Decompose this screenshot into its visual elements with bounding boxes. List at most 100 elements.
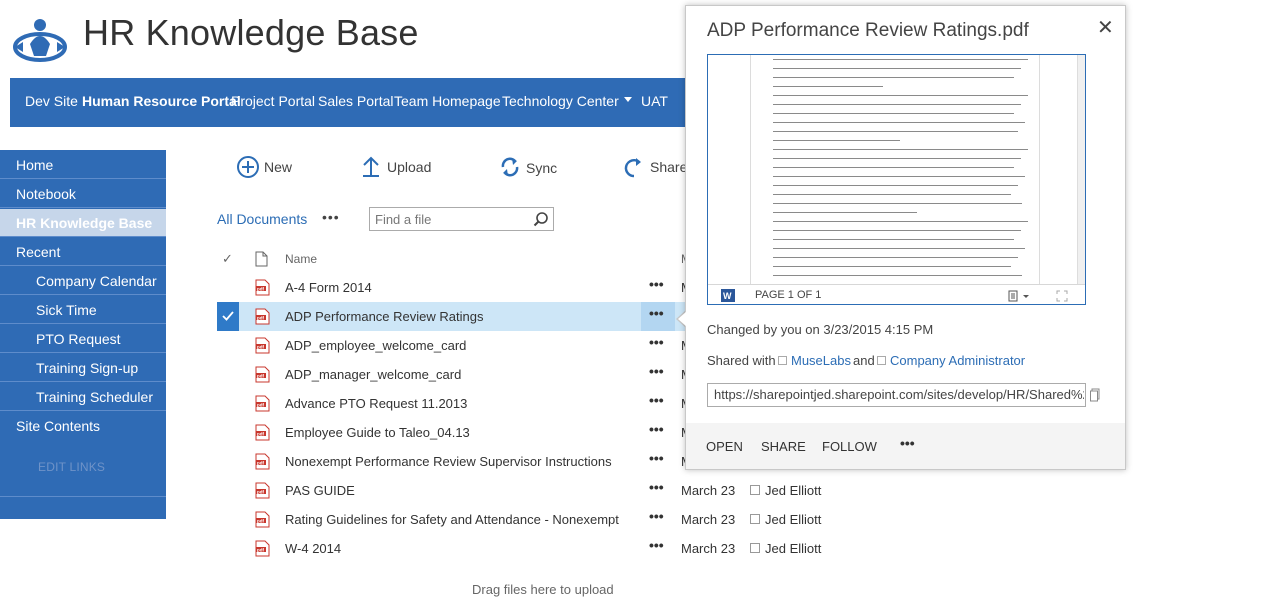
- document-name-link[interactable]: ADP Performance Review Ratings: [285, 309, 483, 324]
- leftnav-item-hr-knowledge-base[interactable]: HR Knowledge Base: [0, 209, 166, 237]
- document-name-link[interactable]: Advance PTO Request 11.2013: [285, 396, 467, 411]
- preview-text-line: [773, 239, 1014, 240]
- word-icon[interactable]: W: [721, 289, 735, 302]
- topnav-item-uat[interactable]: UAT: [641, 93, 668, 109]
- new-button[interactable]: New: [264, 159, 292, 183]
- document-name-link[interactable]: Nonexempt Performance Review Supervisor …: [285, 454, 612, 469]
- preview-text-line: [773, 140, 900, 141]
- modified-by-link[interactable]: Jed Elliott: [765, 483, 821, 498]
- search-icon[interactable]: [533, 211, 549, 227]
- fullscreen-icon[interactable]: [1056, 289, 1068, 302]
- sync-button[interactable]: Sync: [526, 160, 557, 184]
- table-row[interactable]: pdf ADP_employee_welcome_card ••• M: [217, 331, 692, 360]
- preview-text-line: [773, 257, 1018, 258]
- select-all-checkbox[interactable]: ✓: [222, 251, 233, 267]
- pdf-icon: pdf: [255, 453, 270, 470]
- preview-text-line: [773, 104, 1021, 105]
- document-name-link[interactable]: A-4 Form 2014: [285, 280, 372, 295]
- shared-and-text: and: [853, 353, 875, 368]
- search-input[interactable]: [375, 210, 525, 228]
- leftnav-item-company-calendar[interactable]: Company Calendar: [0, 267, 166, 295]
- table-row[interactable]: pdf Employee Guide to Taleo_04.13 ••• M: [217, 418, 692, 447]
- view-all-documents[interactable]: All Documents: [217, 211, 307, 227]
- leftnav-item-notebook[interactable]: Notebook: [0, 180, 166, 208]
- table-row[interactable]: pdf ADP Performance Review Ratings •••: [217, 302, 685, 331]
- leftnav-item-training-scheduler[interactable]: Training Scheduler: [0, 383, 166, 411]
- chevron-down-icon[interactable]: [624, 97, 632, 102]
- topnav-item-sales-portal[interactable]: Sales Portal: [318, 93, 393, 109]
- table-row[interactable]: pdf ADP_manager_welcome_card ••• M: [217, 360, 692, 389]
- share-action-button[interactable]: SHARE: [761, 439, 806, 454]
- view-menu-icon[interactable]: [1008, 289, 1032, 302]
- row-more-button[interactable]: •••: [649, 334, 664, 350]
- document-name-link[interactable]: W-4 2014: [285, 541, 341, 556]
- view-options-button[interactable]: •••: [322, 209, 340, 225]
- document-preview[interactable]: W PAGE 1 OF 1: [707, 54, 1086, 305]
- leftnav-item-training-sign-up[interactable]: Training Sign-up: [0, 354, 166, 382]
- open-button[interactable]: OPEN: [706, 439, 743, 454]
- svg-text:W: W: [723, 291, 732, 301]
- svg-text:pdf: pdf: [257, 518, 264, 523]
- table-row[interactable]: pdf Advance PTO Request 11.2013 ••• M: [217, 389, 692, 418]
- shared-with-link[interactable]: MuseLabs: [791, 353, 851, 368]
- leftnav-item-home[interactable]: Home: [0, 151, 166, 179]
- leftnav-item-pto-request[interactable]: PTO Request: [0, 325, 166, 353]
- table-row[interactable]: pdf Nonexempt Performance Review Supervi…: [217, 447, 692, 476]
- row-checkbox-checked[interactable]: [217, 302, 239, 331]
- share-button[interactable]: Share: [650, 159, 687, 183]
- leftnav-item-recent[interactable]: Recent: [0, 238, 166, 266]
- document-name-link[interactable]: ADP_manager_welcome_card: [285, 367, 461, 382]
- row-more-button[interactable]: •••: [649, 363, 664, 379]
- topnav-item-human-resource-portal[interactable]: Human Resource Portal: [82, 93, 241, 109]
- row-more-button[interactable]: •••: [649, 305, 664, 321]
- row-more-button[interactable]: •••: [649, 508, 664, 524]
- close-icon[interactable]: ✕: [1097, 15, 1114, 40]
- topnav-item-technology-center[interactable]: Technology Center: [502, 93, 619, 109]
- edit-links-link[interactable]: EDIT LINKS: [38, 460, 105, 474]
- document-url-box[interactable]: [707, 383, 1086, 407]
- table-row[interactable]: pdf PAS GUIDE ••• March 23 Jed Elliott: [217, 476, 821, 505]
- upload-button[interactable]: Upload: [387, 159, 431, 183]
- row-more-button[interactable]: •••: [649, 421, 664, 437]
- shared-with-link[interactable]: Company Administrator: [890, 353, 1025, 368]
- sync-icon[interactable]: [499, 155, 523, 179]
- column-header-name[interactable]: Name: [285, 252, 317, 266]
- modified-by-link[interactable]: Jed Elliott: [765, 541, 821, 556]
- document-url-field[interactable]: [714, 387, 1084, 402]
- row-more-button[interactable]: •••: [649, 392, 664, 408]
- topnav-item-team-homepage[interactable]: Team Homepage: [394, 93, 501, 109]
- document-name-link[interactable]: PAS GUIDE: [285, 483, 355, 498]
- table-row[interactable]: pdf A-4 Form 2014 ••• M: [217, 273, 692, 302]
- follow-button[interactable]: FOLLOW: [822, 439, 877, 454]
- share-icon[interactable]: [622, 155, 646, 179]
- leftnav-item-sick-time[interactable]: Sick Time: [0, 296, 166, 324]
- row-more-button[interactable]: •••: [649, 450, 664, 466]
- copy-icon[interactable]: [1090, 388, 1100, 402]
- modified-by-link[interactable]: Jed Elliott: [765, 512, 821, 527]
- row-more-button[interactable]: •••: [649, 479, 664, 495]
- row-more-button[interactable]: •••: [649, 276, 664, 292]
- document-name-link[interactable]: Employee Guide to Taleo_04.13: [285, 425, 470, 440]
- document-name-link[interactable]: Rating Guidelines for Safety and Attenda…: [285, 512, 619, 527]
- new-icon[interactable]: [236, 155, 260, 179]
- topnav-item-dev-site[interactable]: Dev Site: [25, 93, 78, 109]
- site-title[interactable]: HR Knowledge Base: [83, 12, 419, 54]
- document-name-link[interactable]: ADP_employee_welcome_card: [285, 338, 466, 353]
- upload-icon[interactable]: [361, 155, 385, 179]
- table-row[interactable]: pdf W-4 2014 ••• March 23 Jed Elliott: [217, 534, 821, 563]
- document-type-icon: [255, 251, 268, 267]
- preview-text-line: [773, 185, 1018, 186]
- preview-text-line: [773, 266, 1011, 267]
- leftnav-item-site-contents[interactable]: Site Contents: [0, 412, 166, 440]
- callout-more-button[interactable]: •••: [900, 435, 915, 451]
- table-row[interactable]: pdf Rating Guidelines for Safety and Att…: [217, 505, 821, 534]
- site-logo[interactable]: [12, 16, 68, 64]
- presence-indicator: [750, 514, 760, 524]
- preview-text-line: [773, 131, 1018, 132]
- row-more-button[interactable]: •••: [649, 537, 664, 553]
- drag-upload-hint: Drag files here to upload: [472, 582, 614, 597]
- topnav-item-project-portal[interactable]: Project Portal: [231, 93, 315, 109]
- preview-scrollbar[interactable]: [1077, 55, 1085, 285]
- search-box[interactable]: [369, 207, 554, 231]
- preview-text-line: [773, 203, 1022, 204]
